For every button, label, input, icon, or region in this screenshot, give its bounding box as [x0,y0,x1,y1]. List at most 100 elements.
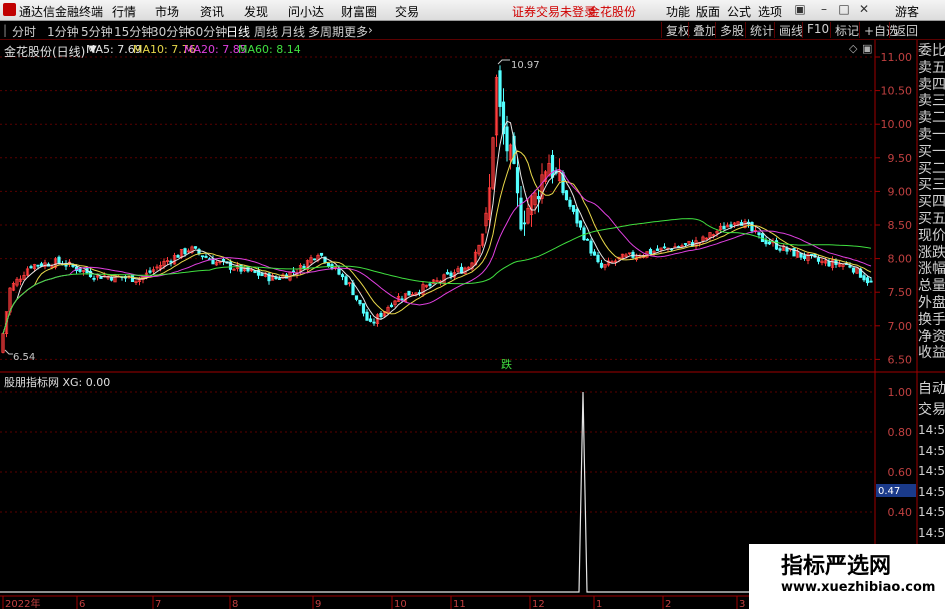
price-tick-label: 7.50 [888,286,913,299]
candle-body [351,282,355,296]
date-tick-label: 11 [453,599,466,609]
watermark-title: 指标严选网 [781,554,892,579]
sidebar-trade-label[interactable]: 交易 [918,400,945,421]
candle-body [39,263,44,267]
price-tick-label: 11.00 [881,51,913,64]
tab-weekly[interactable]: 周线 [254,23,278,40]
statistics-button[interactable]: 统计 [745,22,774,38]
candle-body [827,260,831,267]
indicator-tick-label: 1.00 [888,386,913,399]
candle-body [865,277,870,284]
back-button[interactable]: 返回 [889,22,918,38]
sidebar-trade-label[interactable]: 14:56 [918,461,945,482]
candle-body [536,196,541,200]
indicator-title: 股朋指标网 XG: 0.00 [4,376,111,389]
candle-body [368,318,373,322]
candle-body [816,257,821,262]
menu-discover[interactable]: 发现 [244,3,268,20]
candle-body [340,274,345,278]
guest-label[interactable]: 游客 [895,3,919,20]
menu-trade[interactable]: 交易 [395,3,419,20]
candle-body [361,303,366,314]
tab-daily[interactable]: 日线 [226,23,250,40]
date-tick-label: 10 [394,599,407,609]
candle-body [291,270,296,273]
adjust-button[interactable]: 复权 [661,22,690,38]
sidebar-trade-label[interactable]: 14:56 [918,523,945,544]
sidebar-trade-label[interactable]: 14:56 [918,441,945,462]
candle-body [505,126,509,152]
price-tick-label: 10.50 [881,85,913,98]
tab-60min[interactable]: 60分钟 [188,23,227,40]
draw-line-button[interactable]: 画线 [774,22,803,38]
tab-monthly[interactable]: 月线 [281,23,305,40]
settings-diamond-icon[interactable]: ◇ [849,42,857,55]
mark-button[interactable]: 标记 [830,22,859,38]
kline-chart[interactable]: 11.0010.5010.009.509.008.508.007.507.006… [0,40,945,609]
tab-1min[interactable]: 1分钟 [47,23,79,40]
menu-wealth[interactable]: 财富圈 [341,3,377,20]
candle-body [851,267,856,273]
expand-icon[interactable]: ▣ [862,42,872,55]
chart-title: 金花股份(日线) [4,45,86,59]
sidebar-trade-label[interactable]: 自动 [918,379,945,400]
candle-body [36,264,40,267]
date-tick-label: 1 [596,599,602,609]
candle-body [596,254,600,263]
overlay-button[interactable]: 叠加 [688,22,717,38]
sidebar-trade-label[interactable]: 14:56 [918,482,945,503]
candle-body [802,255,807,259]
menu-ask[interactable]: 问小达 [288,3,324,20]
tab-5min[interactable]: 5分钟 [81,23,113,40]
candle-body [767,241,772,245]
tab-15min[interactable]: 15分钟 [114,23,153,40]
tab-multi-period[interactable]: 多周期 [308,23,344,40]
tab-30min[interactable]: 30分钟 [151,23,190,40]
menu-layout[interactable]: 版面 [696,3,720,20]
candle-body [582,227,586,241]
candle-body [372,321,376,324]
price-tick-label: 8.00 [888,253,913,266]
menu-formula[interactable]: 公式 [727,3,751,20]
ma10-line [2,150,872,334]
candle-body [760,233,765,243]
tab-intraday[interactable]: 分时 [12,23,36,40]
app-logo-icon [3,3,16,16]
candle-body [564,190,569,201]
f10-button[interactable]: F10 [802,22,829,38]
menu-quotes[interactable]: 行情 [112,3,136,20]
minimize-icon[interactable]: – [816,2,832,17]
app-title: 通达信金融终端 [19,5,104,19]
menu-options[interactable]: 选项 [758,3,782,20]
window-toggle-icon[interactable]: ▣ [792,2,808,17]
candle-body [515,167,520,194]
sidebar-trade-label[interactable]: 14:56 [918,420,945,441]
candle-body [428,283,432,286]
menu-function[interactable]: 功能 [666,3,690,20]
date-tick-label: 12 [532,599,545,609]
candle-body [312,258,317,261]
candle-body [92,277,96,280]
candle-body [148,270,152,273]
watermark-banner: 指标严选网 www.xuezhibiao.com [749,544,945,609]
more-chevron-icon[interactable]: › [368,23,373,37]
candle-body [683,243,688,245]
candle-body [109,276,114,281]
multi-stock-button[interactable]: 多股 [715,22,744,38]
close-icon[interactable]: ✕ [856,2,872,17]
menu-news[interactable]: 资讯 [200,3,224,20]
candle-body [571,205,576,212]
price-tick-label: 8.50 [888,219,913,232]
price-tick-label: 9.50 [888,152,913,165]
login-status[interactable]: 证券交易未登录 [512,3,596,20]
menu-market[interactable]: 市场 [155,3,179,20]
date-tick-label: 9 [315,599,321,609]
maximize-icon[interactable]: □ [836,2,852,17]
sidebar-quote-label[interactable]: 收益 [918,343,945,364]
tab-more[interactable]: 更多 [344,23,368,40]
price-tick-label: 9.00 [888,185,913,198]
price-tick-label: 10.00 [881,118,913,131]
candle-body [585,238,590,241]
candle-body [757,232,761,236]
sidebar-trade-label[interactable]: 14:56 [918,502,945,523]
